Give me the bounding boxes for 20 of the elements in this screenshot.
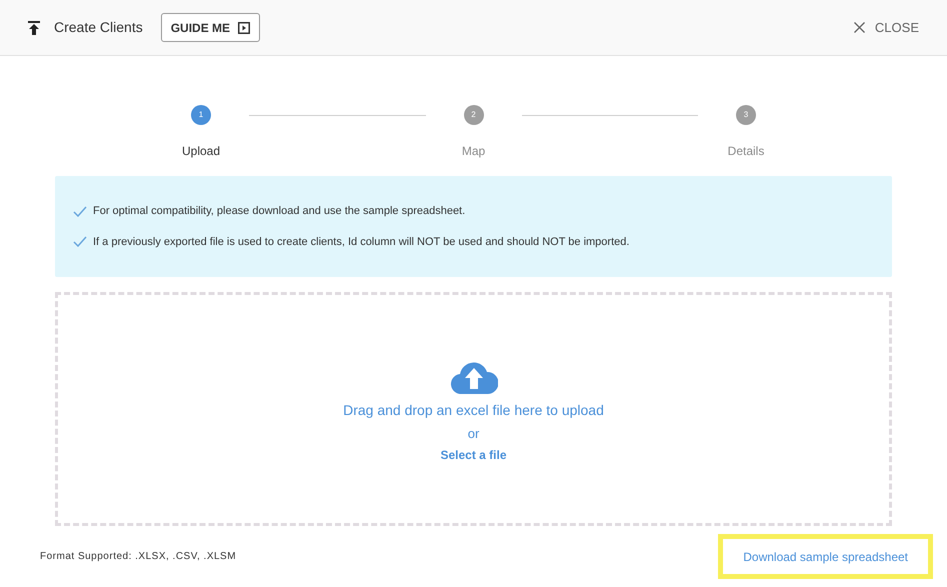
download-sample-link[interactable]: Download sample spreadsheet <box>718 534 933 579</box>
info-note: If a previously exported file is used to create clients, Id column will NOT be used and should NOT be imported. <box>93 234 630 250</box>
format-info: Format Supported: .XLSX, .CSV, .XLSM <box>40 550 236 564</box>
guide-me-button[interactable]: GUIDE ME <box>160 13 260 42</box>
upload-icon <box>28 20 40 34</box>
step-label: Map <box>462 143 486 160</box>
dialog-title: Create Clients <box>54 18 143 37</box>
or-text: or <box>468 425 480 444</box>
drop-zone[interactable]: Drag and drop an excel file here to upload or Select a file <box>55 292 892 526</box>
close-icon <box>854 22 865 33</box>
drop-prompt: Drag and drop an excel file here to upload <box>343 401 604 420</box>
play-icon <box>238 22 250 34</box>
select-file-link[interactable]: Select a file <box>440 446 507 464</box>
cloud-upload-icon <box>450 362 498 394</box>
check-icon <box>73 236 87 248</box>
check-icon <box>73 206 87 217</box>
step-label: Details <box>728 143 764 160</box>
close-button[interactable]: CLOSE <box>854 18 919 38</box>
step-label: Upload <box>182 143 220 160</box>
info-note: For optimal compatibility, please download and use the sample spreadsheet. <box>93 204 466 219</box>
